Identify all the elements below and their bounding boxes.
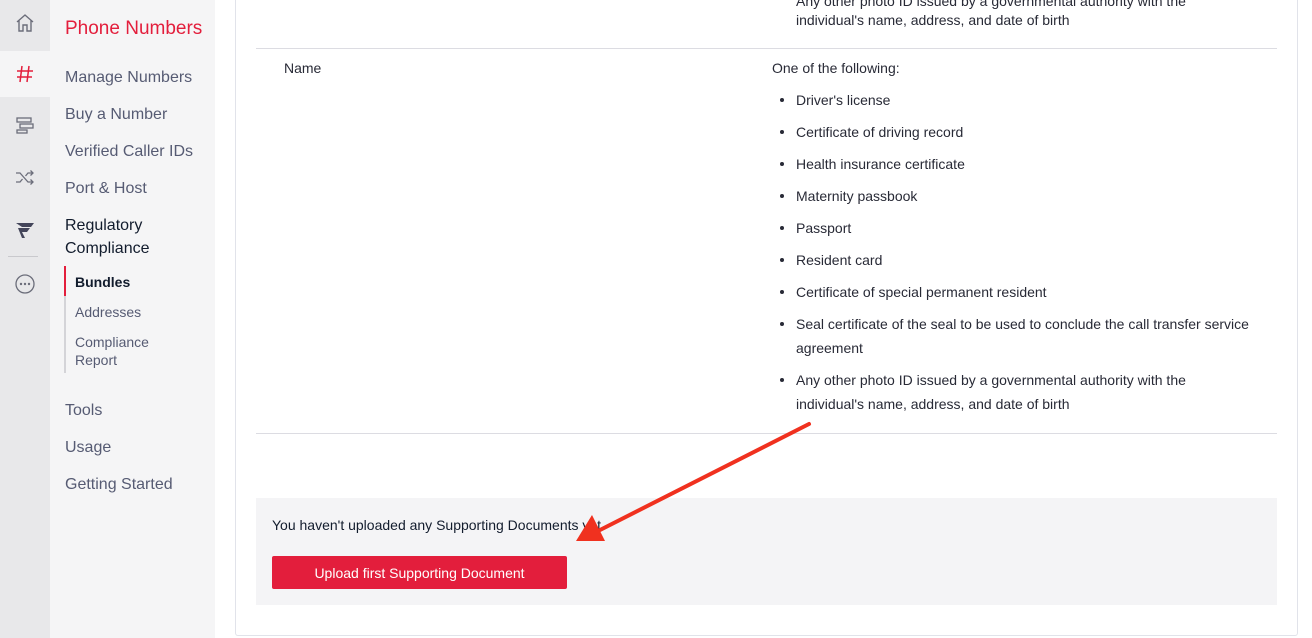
accepted-documents-list: Driver's license Certificate of driving … — [780, 88, 1256, 424]
row-divider — [256, 433, 1277, 434]
list-item: Certificate of special permanent residen… — [780, 280, 1256, 304]
rail-divider — [8, 256, 38, 257]
callout-message: You haven't uploaded any Supporting Docu… — [272, 517, 605, 533]
nav-item-verified-caller-ids[interactable]: Verified Caller IDs — [65, 140, 193, 163]
previous-row-line: individual's name, address, and date of … — [796, 12, 1070, 28]
nav-item-regulatory-compliance[interactable]: Regulatory Compliance — [65, 214, 175, 260]
side-nav: Phone Numbers Manage Numbers Buy a Numbe… — [50, 0, 215, 638]
active-indicator — [64, 266, 66, 296]
nav-item-manage-numbers[interactable]: Manage Numbers — [65, 66, 192, 89]
subnav-item-compliance-report[interactable]: Compliance Report — [75, 333, 175, 369]
nav-item-usage[interactable]: Usage — [65, 436, 111, 459]
hash-icon[interactable] — [0, 51, 50, 97]
supporting-documents-callout: You haven't uploaded any Supporting Docu… — [256, 498, 1277, 605]
upload-supporting-document-button[interactable]: Upload first Supporting Document — [272, 556, 567, 589]
list-item: Maternity passbook — [780, 184, 1256, 208]
list-item: Any other photo ID issued by a governmen… — [780, 368, 1256, 416]
list-item: Health insurance certificate — [780, 152, 1256, 176]
home-icon[interactable] — [0, 0, 50, 46]
nav-item-tools[interactable]: Tools — [65, 399, 102, 422]
regulatory-subnav: Bundles Addresses Compliance Report — [64, 266, 214, 373]
list-item: Resident card — [780, 248, 1256, 272]
nav-item-getting-started[interactable]: Getting Started — [65, 473, 173, 496]
row-divider — [256, 48, 1277, 49]
subnav-item-addresses[interactable]: Addresses — [75, 303, 141, 321]
filter-icon[interactable] — [0, 102, 50, 148]
list-item: Certificate of driving record — [780, 120, 1256, 144]
list-item: Passport — [780, 216, 1256, 240]
field-label-name: Name — [284, 60, 322, 76]
icon-rail — [0, 0, 50, 638]
list-item: Seal certificate of the seal to be used … — [780, 312, 1256, 360]
list-item: Driver's license — [780, 88, 1256, 112]
nav-title: Phone Numbers — [65, 18, 203, 39]
shuffle-icon[interactable] — [0, 154, 50, 200]
studio-icon[interactable] — [0, 206, 50, 252]
nav-item-buy-number[interactable]: Buy a Number — [65, 103, 167, 126]
subnav-item-bundles[interactable]: Bundles — [75, 273, 130, 291]
more-icon[interactable] — [0, 261, 50, 307]
nav-item-port-host[interactable]: Port & Host — [65, 177, 147, 200]
documents-intro: One of the following: — [772, 60, 900, 76]
